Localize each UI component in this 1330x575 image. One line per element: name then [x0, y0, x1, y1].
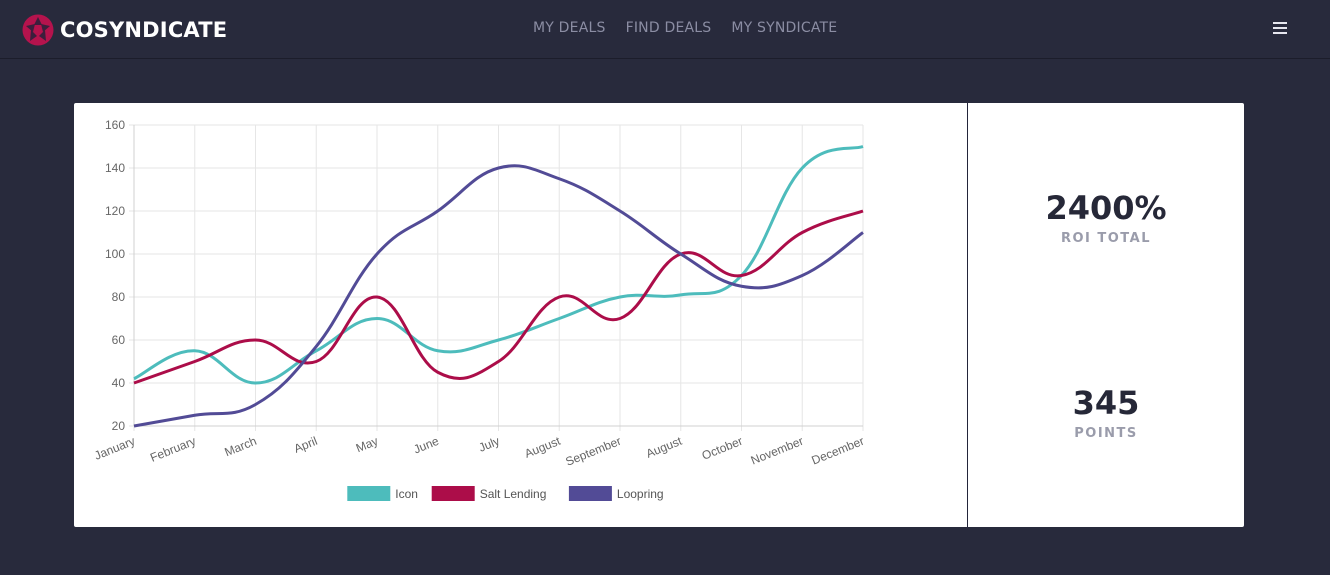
y-tick-label: 140: [105, 161, 125, 175]
nav-my-syndicate[interactable]: MY SYNDICATE: [731, 20, 837, 36]
brand-logo[interactable]: COSYNDICATE: [22, 14, 227, 46]
x-tick-label: March: [222, 434, 258, 459]
roi-line-chart: 160 140 120 100 80 60 40 20January February March…: [92, 118, 867, 501]
x-tick-label: September: [563, 434, 623, 469]
nav-my-deals[interactable]: MY DEALS: [533, 20, 606, 36]
legend-swatch-icon: [347, 486, 391, 501]
y-tick-label: 160: [105, 118, 125, 132]
logo-icon: [22, 14, 54, 46]
y-tick-label: 40: [112, 376, 126, 390]
legend-label-loopring: Loopring: [617, 487, 664, 501]
points-stat: 345 POINTS: [968, 384, 1244, 441]
y-tick-label: 100: [105, 247, 125, 261]
y-tick-label: 60: [112, 333, 126, 347]
legend-swatch-loopring: [568, 486, 612, 501]
x-tick-label: November: [749, 434, 806, 468]
roi-card: 160 140 120 100 80 60 40 20 January February March…: [74, 103, 1244, 527]
top-navbar: COSYNDICATE MY DEALS FIND DEALS MY SYNDI…: [0, 0, 1330, 59]
hamburger-menu-icon[interactable]: [1273, 22, 1287, 34]
x-tick-label: August: [522, 434, 563, 461]
y-tick-label: 80: [112, 290, 126, 304]
points-label: POINTS: [1074, 426, 1138, 441]
y-tick-label: 120: [105, 204, 125, 218]
card-divider: [967, 103, 968, 527]
legend-label-salt-lending: Salt Lending: [480, 487, 547, 501]
x-tick-label: June: [411, 434, 441, 457]
points-value: 345: [1072, 384, 1140, 422]
brand-name: COSYNDICATE: [60, 18, 228, 42]
x-tick-label: July: [477, 434, 502, 455]
x-tick-label: October: [700, 434, 745, 463]
x-tick-label: January: [92, 434, 137, 463]
x-tick-label: August: [644, 434, 685, 461]
x-tick-label: April: [292, 434, 320, 456]
y-tick-label: 20: [112, 419, 126, 433]
roi-total-label: ROI TOTAL: [1060, 231, 1152, 246]
x-tick-label: May: [354, 434, 380, 455]
legend-label-icon: Icon: [395, 487, 418, 501]
x-tick-label: February: [148, 434, 198, 465]
legend-swatch-salt-lending: [431, 486, 475, 501]
x-tick-label: December: [810, 434, 867, 468]
nav-find-deals[interactable]: FIND DEALS: [626, 20, 712, 36]
main-nav: MY DEALS FIND DEALS MY SYNDICATE: [533, 20, 857, 36]
roi-total-stat: 2400% ROI TOTAL: [968, 189, 1244, 246]
roi-total-value: 2400%: [1045, 189, 1167, 227]
